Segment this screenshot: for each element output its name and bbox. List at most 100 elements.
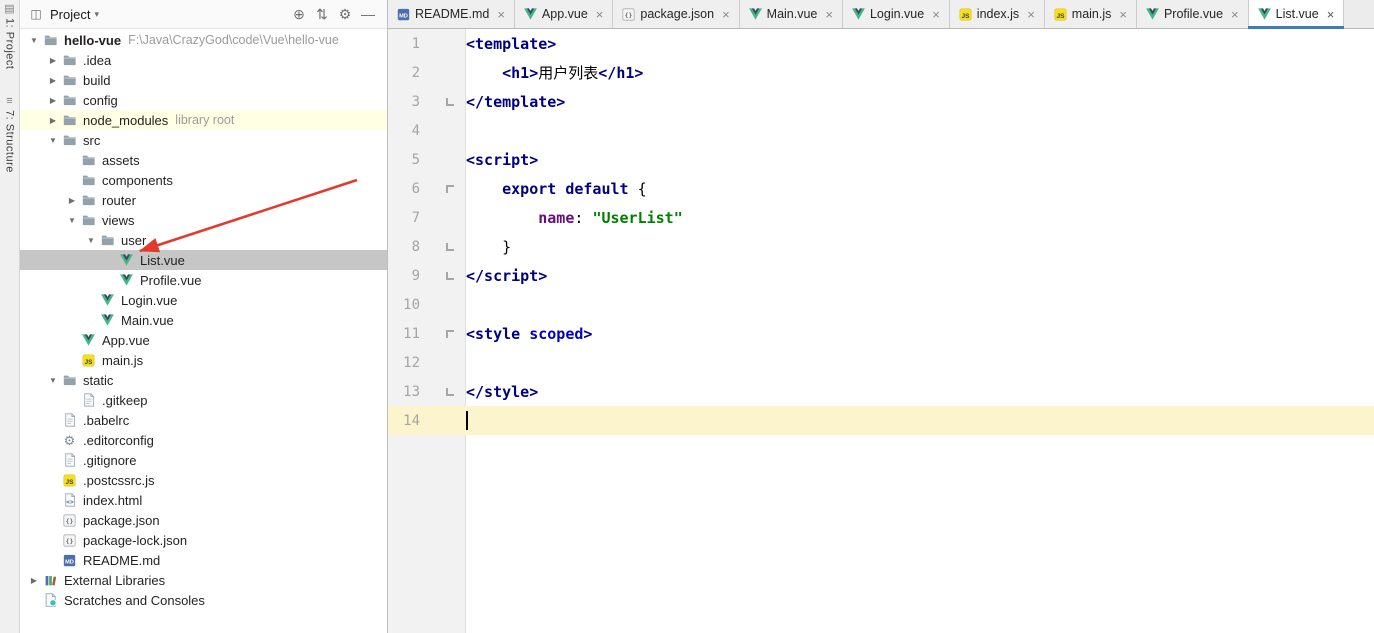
code-line-4[interactable]: 4 [388, 116, 1374, 145]
tree-expand-arrow-icon[interactable]: ▶ [45, 76, 61, 85]
tree-item-config[interactable]: ▶ config [20, 90, 387, 110]
code-line-13[interactable]: 13 </style> [388, 377, 1374, 406]
tree-collapse-arrow-icon[interactable]: ▼ [26, 36, 42, 45]
js-icon: JS [61, 472, 78, 488]
tree-item-main-vue[interactable]: Main.vue [20, 310, 387, 330]
hide-panel-icon[interactable]: — [359, 6, 377, 22]
close-icon[interactable]: × [1327, 8, 1335, 21]
tree-collapse-arrow-icon[interactable]: ▼ [83, 236, 99, 245]
tree-collapse-arrow-icon[interactable]: ▼ [64, 216, 80, 225]
tree-item-views[interactable]: ▼ views [20, 210, 387, 230]
code-line-10[interactable]: 10 [388, 290, 1374, 319]
fold-end-icon[interactable] [446, 271, 454, 280]
tree-collapse-arrow-icon[interactable]: ▼ [45, 376, 61, 385]
gear-icon: ⚙ [63, 432, 76, 448]
tree-item-label: Login.vue [121, 292, 178, 308]
code-line-11[interactable]: 11 <style scoped> [388, 319, 1374, 348]
close-icon[interactable]: × [825, 8, 833, 21]
code-line-1[interactable]: 1 <template> [388, 29, 1374, 58]
svg-text:JS: JS [1056, 12, 1065, 19]
close-icon[interactable]: × [596, 8, 604, 21]
fold-start-icon[interactable] [446, 184, 454, 193]
text-caret [466, 411, 468, 430]
tree-item-gitkeep[interactable]: .gitkeep [20, 390, 387, 410]
tree-item-readme-md[interactable]: MD README.md [20, 550, 387, 570]
fold-start-icon[interactable] [446, 329, 454, 338]
code-line-8[interactable]: 8 } [388, 232, 1374, 261]
tree-item-idea[interactable]: ▶ .idea [20, 50, 387, 70]
tree-item-profile-vue[interactable]: Profile.vue [20, 270, 387, 290]
tab-main-js[interactable]: JS main.js × [1044, 0, 1137, 28]
tree-item-index-html[interactable]: <> index.html [20, 490, 387, 510]
tree-item-main-js[interactable]: JS main.js [20, 350, 387, 370]
tree-item-list-vue[interactable]: List.vue [20, 250, 387, 270]
tab-readme-md[interactable]: MD README.md × [388, 0, 515, 28]
code-line-5[interactable]: 5 <script> [388, 145, 1374, 174]
tree-item-postcssrc-js[interactable]: JS .postcssrc.js [20, 470, 387, 490]
tab-login-vue[interactable]: Login.vue × [842, 0, 950, 28]
tree-item-user[interactable]: ▼ user [20, 230, 387, 250]
tree-expand-arrow-icon[interactable]: ▶ [45, 96, 61, 105]
line-number: 5 [411, 151, 420, 168]
tree-expand-arrow-icon[interactable]: ▶ [45, 56, 61, 65]
tab-app-vue[interactable]: App.vue × [514, 0, 614, 28]
file-icon [61, 412, 78, 428]
settings-gear-icon[interactable]: ⚙ [336, 6, 354, 23]
tree-item-login-vue[interactable]: Login.vue [20, 290, 387, 310]
close-icon[interactable]: × [932, 8, 940, 21]
tab-main-vue[interactable]: Main.vue × [739, 0, 843, 28]
tree-collapse-arrow-icon[interactable]: ▼ [45, 136, 61, 145]
code-line-12[interactable]: 12 [388, 348, 1374, 377]
fold-end-icon[interactable] [446, 242, 454, 251]
code-line-6[interactable]: 6 export default { [388, 174, 1374, 203]
tree-item-static[interactable]: ▼ static [20, 370, 387, 390]
close-icon[interactable]: × [1119, 8, 1127, 21]
code-line-9[interactable]: 9 </script> [388, 261, 1374, 290]
close-icon[interactable]: × [1027, 8, 1035, 21]
code-line-2[interactable]: 2 <h1>用户列表</h1> [388, 58, 1374, 87]
tree-item-babelrc[interactable]: .babelrc [20, 410, 387, 430]
tree-item-router[interactable]: ▶ router [20, 190, 387, 210]
code-text: name: "UserList" [538, 208, 683, 227]
tree-expand-arrow-icon[interactable]: ▶ [45, 116, 61, 125]
lib-icon [42, 572, 59, 588]
tree-item-gitignore[interactable]: .gitignore [20, 450, 387, 470]
code-line-3[interactable]: 3 </template> [388, 87, 1374, 116]
line-number: 10 [403, 296, 420, 313]
stripe-project-button[interactable]: ▤ 1: Project [4, 3, 16, 69]
tree-item-hello-vue[interactable]: ▼ hello-vue F:\Java\CrazyGod\code\Vue\hell… [20, 30, 387, 50]
tab-list-vue[interactable]: List.vue × [1247, 0, 1345, 29]
code-line-7[interactable]: 7 name: "UserList" [388, 203, 1374, 232]
editor-body[interactable]: 1 <template> 2 <h1>用户列表</h1> 3 </template> 4 5… [388, 29, 1374, 633]
project-panel-title[interactable]: Project [50, 7, 90, 22]
project-tree: ▼ hello-vue F:\Java\CrazyGod\code\Vue\hell… [20, 29, 387, 633]
tree-item-build[interactable]: ▶ build [20, 70, 387, 90]
tab-index-js[interactable]: JS index.js × [949, 0, 1045, 28]
locate-icon[interactable]: ⊕ [290, 6, 308, 23]
close-icon[interactable]: × [1231, 8, 1239, 21]
tab-package-json[interactable]: {} package.json × [613, 0, 740, 28]
collapse-all-icon[interactable]: ⇅ [313, 6, 331, 23]
tree-item-package-json[interactable]: {} package.json [20, 510, 387, 530]
tree-expand-arrow-icon[interactable]: ▶ [64, 196, 80, 205]
tree-item-editorconfig[interactable]: ⚙ .editorconfig [20, 430, 387, 450]
tree-item-external-libraries[interactable]: ▶ External Libraries [20, 570, 387, 590]
tree-item-components[interactable]: components [20, 170, 387, 190]
tree-item-scratches-and-consoles[interactable]: Scratches and Consoles [20, 590, 387, 610]
fold-end-icon[interactable] [446, 387, 454, 396]
tree-item-assets[interactable]: assets [20, 150, 387, 170]
close-icon[interactable]: × [497, 8, 505, 21]
code-line-14[interactable]: 14 [388, 406, 1374, 435]
tree-item-package-lock-json[interactable]: {} package-lock.json [20, 530, 387, 550]
stripe-structure-button[interactable]: ≡ 7: Structure [4, 95, 16, 173]
tree-expand-arrow-icon[interactable]: ▶ [26, 576, 42, 585]
tree-item-src[interactable]: ▼ src [20, 130, 387, 150]
chevron-down-icon[interactable]: ▾ [94, 9, 99, 20]
tree-item-label: External Libraries [64, 572, 166, 588]
tab-profile-vue[interactable]: Profile.vue × [1136, 0, 1249, 28]
fold-end-icon[interactable] [446, 97, 454, 106]
close-icon[interactable]: × [722, 8, 730, 21]
tree-item-node-modules[interactable]: ▶ node_modules library root [20, 110, 387, 130]
json-icon: {} [61, 532, 78, 548]
tree-item-app-vue[interactable]: App.vue [20, 330, 387, 350]
